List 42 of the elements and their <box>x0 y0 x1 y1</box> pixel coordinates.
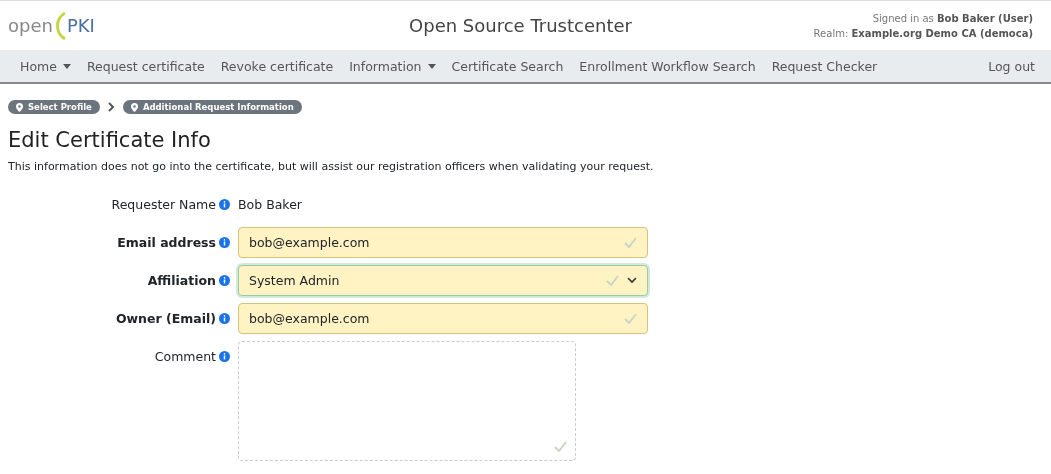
select-field[interactable]: System Admin <box>238 265 648 296</box>
check-icon <box>606 275 619 286</box>
nav-link[interactable]: Revoke certificate <box>212 58 342 74</box>
nav-link[interactable]: Information <box>341 58 444 74</box>
field-label: Owner (Email) <box>115 311 216 326</box>
chevron-down-icon <box>627 277 637 284</box>
comment-field[interactable] <box>238 341 576 461</box>
info-icon[interactable] <box>219 313 230 324</box>
nav-link[interactable]: Home <box>12 58 79 74</box>
signed-in-text: Signed in as Bob Baker (User) <box>871 11 1033 26</box>
field-label: Email address <box>117 235 216 250</box>
breadcrumb-step[interactable]: Select Profile <box>8 100 100 114</box>
site-title: Open Source Trustcenter <box>408 15 633 36</box>
realm-text: Realm: Example.org Demo CA (democa) <box>812 26 1033 41</box>
info-icon[interactable] <box>219 275 230 286</box>
chevron-right-icon <box>107 102 115 112</box>
field-label: Affiliation <box>147 273 216 288</box>
field-label: Comment <box>154 349 216 364</box>
logo-text: PKI <box>66 15 95 36</box>
nav-link[interactable]: Enrollment Workflow Search <box>571 58 764 74</box>
caret-icon <box>427 63 436 69</box>
breadcrumb-step[interactable]: Additional Request Information <box>122 100 302 114</box>
check-icon <box>624 313 637 324</box>
map-pin-icon <box>130 102 138 112</box>
page-title: Edit Certificate Info <box>8 128 212 152</box>
page-description: This information does not go into the certificate, but will assist our registration officers when validating your request. <box>8 160 655 173</box>
logo-text: open <box>8 15 53 36</box>
input-field[interactable]: bob@example.com <box>238 227 648 258</box>
check-icon <box>624 237 637 248</box>
nav-link[interactable]: Certificate Search <box>443 58 572 74</box>
caret-icon <box>62 63 71 69</box>
field-label: Requester Name <box>111 197 216 212</box>
input-field[interactable]: bob@example.com <box>238 303 648 334</box>
nav-link[interactable]: Request certificate <box>78 58 213 74</box>
map-pin-icon <box>16 102 23 112</box>
info-icon[interactable] <box>219 351 230 362</box>
check-icon <box>554 441 567 452</box>
logout-link[interactable]: Log out <box>980 58 1043 74</box>
info-icon[interactable] <box>219 199 230 210</box>
field-value: Bob Baker <box>238 197 302 212</box>
nav-link[interactable]: Request Checker <box>763 58 886 74</box>
info-icon[interactable] <box>219 237 230 248</box>
